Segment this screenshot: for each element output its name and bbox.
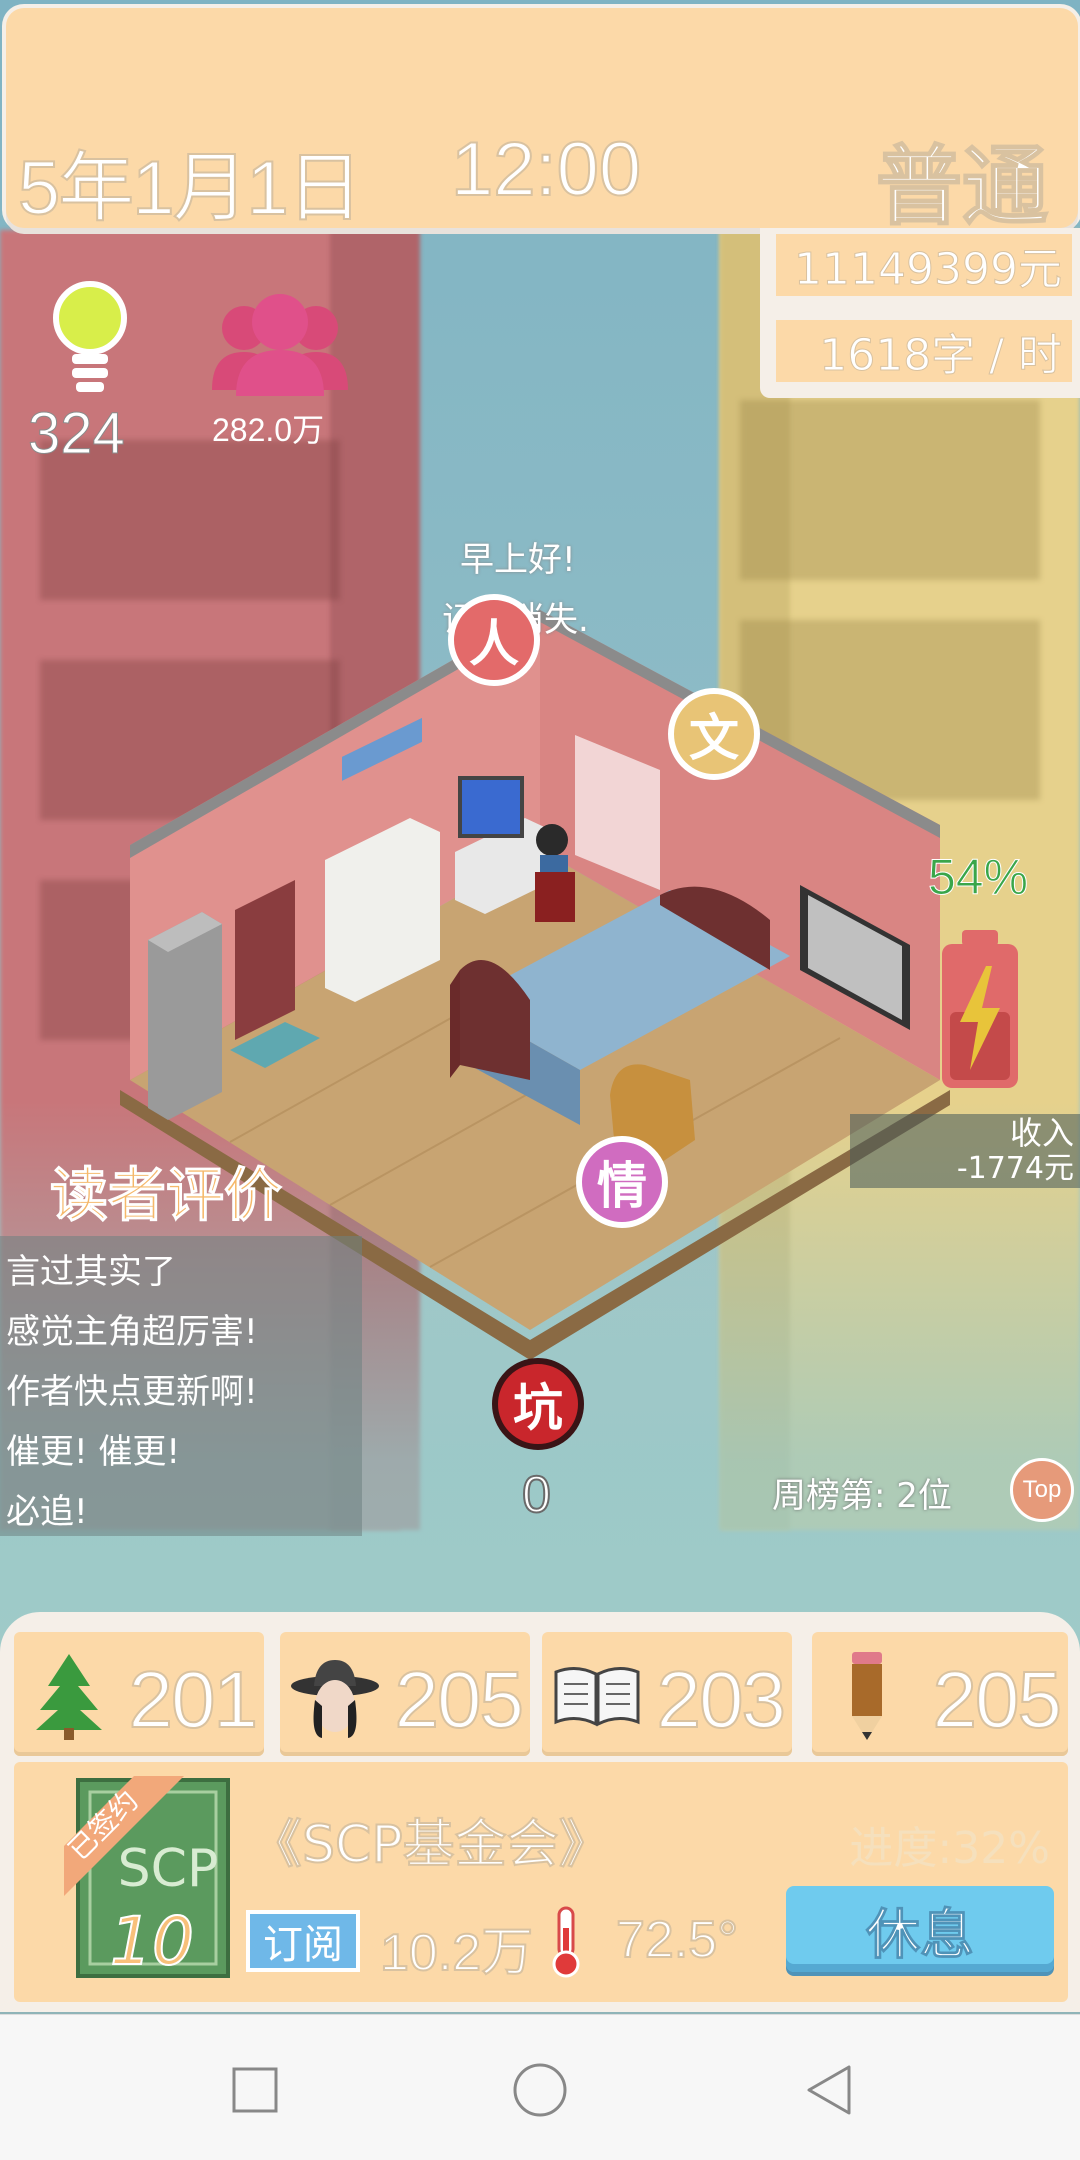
top-ranking-button[interactable]: Top (1010, 1458, 1074, 1522)
attribute-plot[interactable]: 203 (542, 1632, 792, 1756)
marker-keng[interactable]: 坑 (492, 1358, 584, 1450)
reader-reviews-list: 言过其实了 感觉主角超厉害! 作者快点更新啊! 催更! 催更! 必追! (0, 1236, 362, 1536)
review-item: 作者快点更新啊! (6, 1372, 258, 1412)
book-cover[interactable]: SCP 10 已签约 (64, 1776, 234, 1986)
book-progress: 进度:32% (849, 1823, 1050, 1874)
home-icon[interactable] (505, 2055, 575, 2125)
attribute-value: 201 (128, 1654, 259, 1745)
book-title[interactable]: 《SCP基金会》 (249, 1802, 612, 1877)
writing-speed-value: 1618字 / 时 (776, 320, 1072, 382)
subscribers-value: 10.2万 (379, 1923, 534, 1983)
back-icon[interactable] (795, 2055, 865, 2125)
weekly-rank: 周榜第: 2位 (772, 1476, 952, 1516)
attribute-value: 205 (932, 1654, 1063, 1745)
open-book-icon (554, 1667, 640, 1727)
review-item: 必追! (6, 1492, 88, 1532)
pencil-icon (852, 1652, 882, 1740)
detective-hat-icon (291, 1660, 379, 1738)
marker-wen[interactable]: 文 (668, 688, 760, 780)
marker-qing[interactable]: 情 (576, 1136, 668, 1228)
attribute-value: 203 (656, 1654, 787, 1745)
recent-apps-icon[interactable] (220, 2055, 290, 2125)
battery-percent: 54% (927, 849, 1029, 906)
difficulty-label[interactable]: 普通 (875, 116, 1049, 241)
tree-icon (36, 1654, 102, 1740)
money-value: 11149399元 (776, 234, 1072, 296)
income-label: 收入 (1009, 1114, 1074, 1152)
game-time: 12:00 (450, 126, 642, 213)
current-book-card[interactable]: SCP 10 已签约 《SCP基金会》 进度:32% 订阅 10.2万 72.5… (14, 1762, 1068, 2002)
greeting-line-1: 早上好! (460, 540, 576, 580)
fans-icon[interactable] (210, 290, 350, 400)
review-item: 言过其实了 (6, 1252, 176, 1292)
building-window (740, 400, 1040, 580)
game-date: 5年1月1日 (17, 145, 364, 232)
fans-value: 282.0万 (212, 412, 325, 448)
review-item: 感觉主角超厉害! (6, 1312, 258, 1352)
attribute-writing[interactable]: 205 (812, 1632, 1068, 1756)
cover-text: SCP (118, 1839, 219, 1899)
marker-ren[interactable]: 人 (448, 594, 540, 686)
attribute-character[interactable]: 205 (280, 1632, 530, 1756)
stat-box: 11149399元 1618字 / 时 (760, 228, 1080, 398)
review-item: 催更! 催更! (6, 1432, 181, 1472)
subscribe-label: 订阅 (246, 1910, 360, 1972)
income-value: -1774元 (956, 1151, 1074, 1186)
inspiration-value: 324 (28, 401, 126, 467)
lightbulb-icon[interactable] (50, 280, 130, 400)
cover-number: 10 (110, 1903, 194, 1980)
thermometer-icon (552, 1906, 580, 1978)
keng-count: 0 (521, 1465, 552, 1525)
android-nav-bar (0, 2014, 1080, 2160)
battery-icon[interactable] (940, 930, 1020, 1090)
heat-value: 72.5° (615, 1910, 739, 1970)
rest-button[interactable]: 休息 (786, 1886, 1054, 1972)
top-status-bar: 5年1月1日 12:00 普通 (6, 8, 1078, 238)
reader-reviews-title: 读者评价 (49, 1161, 283, 1230)
income-panel: 收入 -1774元 (850, 1114, 1080, 1188)
attribute-value: 205 (394, 1654, 525, 1745)
attribute-world[interactable]: 201 (14, 1632, 264, 1756)
